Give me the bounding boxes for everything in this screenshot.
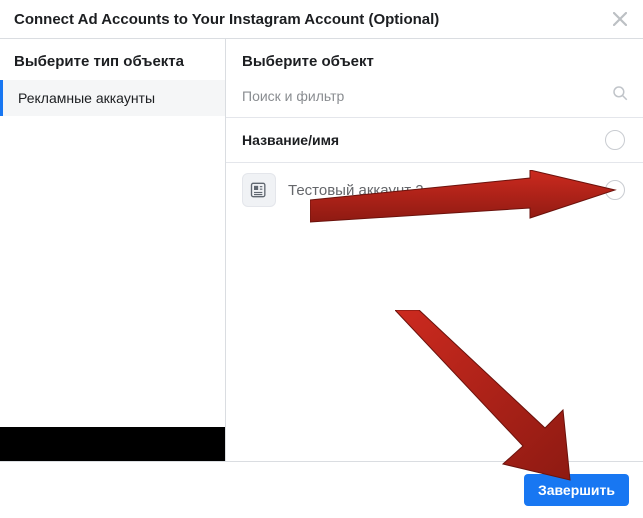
search-icon[interactable] <box>611 84 629 107</box>
account-radio[interactable] <box>605 180 625 200</box>
newspaper-icon <box>242 173 276 207</box>
account-name: Тестовый аккаунт 2 <box>288 182 593 199</box>
sidebar-bottom-bar <box>0 427 225 461</box>
sidebar-item-ad-accounts[interactable]: Рекламные аккаунты <box>0 80 225 116</box>
dialog-header: Connect Ad Accounts to Your Instagram Ac… <box>0 0 643 39</box>
select-all-radio[interactable] <box>605 130 625 150</box>
list-header-label: Название/имя <box>242 132 605 148</box>
main-panel: Выберите объект Название/имя <box>226 39 643 461</box>
dialog-title: Connect Ad Accounts to Your Instagram Ac… <box>14 11 439 28</box>
list-header: Название/имя <box>226 118 643 163</box>
dialog-body: Выберите тип объекта Рекламные аккаунты … <box>0 39 643 461</box>
account-row[interactable]: Тестовый аккаунт 2 <box>226 163 643 217</box>
sidebar: Выберите тип объекта Рекламные аккаунты <box>0 39 226 461</box>
main-header: Выберите объект <box>226 39 643 78</box>
finish-button[interactable]: Завершить <box>524 474 629 506</box>
dialog-footer: Завершить <box>0 461 643 518</box>
sidebar-item-label: Рекламные аккаунты <box>18 90 155 106</box>
search-input[interactable] <box>242 88 611 104</box>
close-icon[interactable] <box>611 10 629 28</box>
search-row <box>226 78 643 118</box>
sidebar-header: Выберите тип объекта <box>0 39 225 80</box>
